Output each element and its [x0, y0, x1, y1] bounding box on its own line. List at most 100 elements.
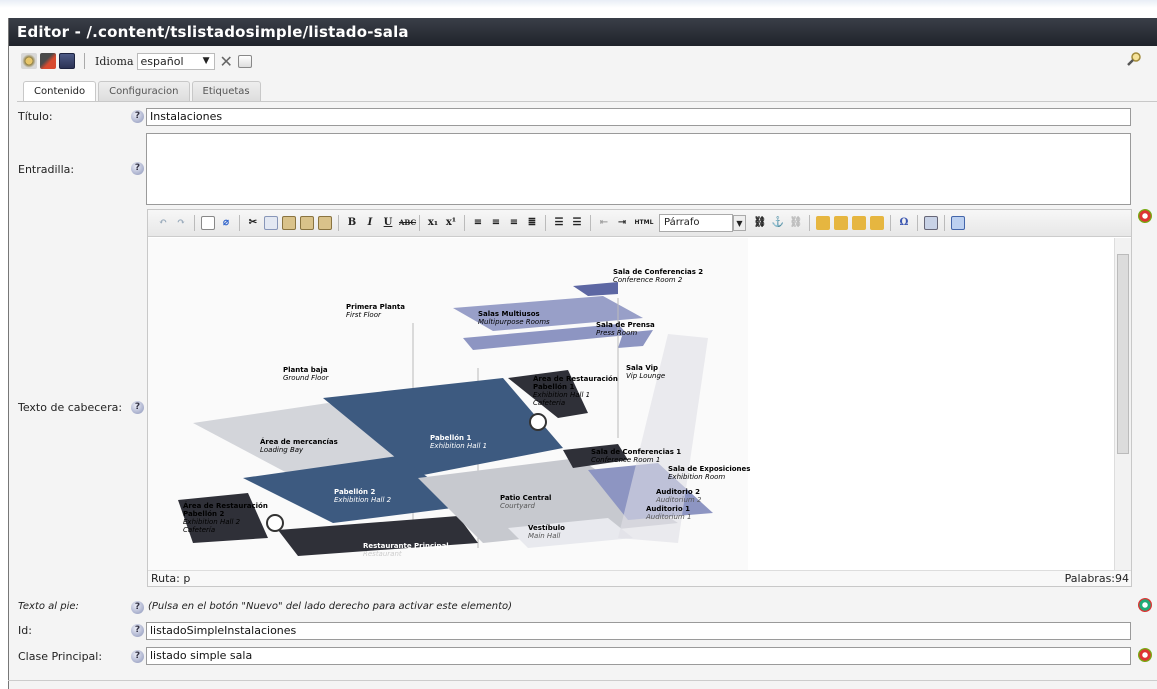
word-count: Palabras:94	[1064, 572, 1129, 585]
clase-field[interactable]: listado simple sala	[146, 647, 1131, 665]
image-gallery-icon[interactable]	[816, 216, 830, 230]
map-label: Área de Restauración	[533, 374, 618, 383]
editor-content[interactable]: Primera Planta First Floor Salas Multius…	[148, 238, 1115, 572]
align-right-icon[interactable]: ≡	[507, 216, 521, 230]
map-label: Sala de Prensa	[596, 321, 655, 329]
properties-icon[interactable]	[21, 53, 37, 69]
map-label: First Floor	[346, 311, 382, 319]
map-label: Exhibition Room	[668, 473, 725, 481]
tab-contenido[interactable]: Contenido	[23, 81, 97, 102]
map-label: Área de mercancías	[260, 437, 338, 446]
chevron-down-icon: ▼	[733, 215, 746, 231]
help-icon[interactable]: ?	[131, 601, 144, 614]
paste-icon[interactable]	[282, 216, 296, 230]
editor-scrollbar[interactable]	[1114, 238, 1131, 572]
align-center-icon[interactable]: ≡	[489, 216, 503, 230]
cabecera-label: Texto de cabecera:	[18, 401, 123, 414]
language-select[interactable]: español ▼	[136, 52, 215, 70]
map-label: Cafeteria	[533, 399, 565, 407]
subscript-icon[interactable]: x₁	[426, 216, 440, 230]
special-char-icon[interactable]: Ω	[897, 216, 911, 230]
editor-statusbar: Ruta: p Palabras:94	[148, 570, 1131, 586]
superscript-icon[interactable]: x¹	[444, 216, 458, 230]
copy-icon[interactable]	[264, 216, 278, 230]
cut-icon[interactable]: ✂	[246, 216, 260, 230]
add-element-button[interactable]	[1138, 209, 1152, 223]
map-label: Ground Floor	[283, 374, 330, 382]
help-icon[interactable]: ?	[131, 401, 144, 414]
help-icon[interactable]: ?	[131, 650, 144, 663]
map-label: Auditorio 1	[646, 505, 690, 513]
eraser-icon[interactable]: ⌀	[219, 216, 233, 230]
element-path: Ruta: p	[151, 572, 191, 585]
paste-text-icon[interactable]	[300, 216, 314, 230]
pie-label: Texto al pie:	[18, 601, 79, 612]
new-element-button[interactable]	[1138, 598, 1152, 612]
ordered-list-icon[interactable]: ☰	[552, 216, 566, 230]
indent-icon[interactable]: ⇥	[615, 216, 629, 230]
table-gallery-icon[interactable]	[870, 216, 884, 230]
map-label: Pabellón 2	[334, 488, 375, 496]
map-label: Auditorium 1	[645, 513, 691, 521]
titulo-field[interactable]: Instalaciones	[146, 108, 1131, 126]
map-label: Pabellón 1	[533, 383, 574, 391]
entradilla-field[interactable]	[146, 133, 1131, 205]
copy-locale-icon[interactable]	[237, 54, 252, 68]
map-label: Sala Vip	[626, 364, 658, 372]
tab-etiquetas[interactable]: Etiquetas	[191, 81, 261, 101]
anchor-icon[interactable]: ⚓	[771, 216, 785, 230]
help-icon[interactable]: ?	[131, 624, 144, 637]
help-icon[interactable]: ?	[131, 162, 144, 175]
map-label: Vestíbulo	[528, 524, 565, 532]
pie-note: (Pulsa en el botón "Nuevo" del lado dere…	[148, 601, 513, 612]
unordered-list-icon[interactable]: ☰	[570, 216, 584, 230]
save-icon[interactable]	[59, 53, 75, 69]
map-label: Sala de Conferencias 2	[613, 268, 703, 276]
map-label: Vip Lounge	[626, 372, 665, 380]
download-gallery-icon[interactable]	[834, 216, 848, 230]
fullscreen-icon[interactable]	[951, 216, 965, 230]
main-toolbar: Idioma español ▼ ✕	[9, 49, 1157, 73]
italic-icon[interactable]: I	[363, 216, 377, 230]
paste-word-icon[interactable]	[318, 216, 332, 230]
map-label: Exhibition Hall 1	[533, 391, 590, 399]
clase-label: Clase Principal:	[18, 650, 103, 663]
id-label: Id:	[18, 624, 32, 637]
outdent-icon[interactable]: ⇤	[597, 216, 611, 230]
align-justify-icon[interactable]: ≣	[525, 216, 539, 230]
tab-configuracion[interactable]: Configuracion	[98, 81, 190, 101]
select-all-icon[interactable]	[201, 216, 215, 230]
help-icon[interactable]: ?	[131, 110, 144, 123]
add-element-button[interactable]	[1138, 648, 1152, 662]
redo-icon[interactable]: ↷	[174, 216, 188, 230]
strikethrough-icon[interactable]: ABC	[399, 216, 416, 230]
undo-icon[interactable]: ↶	[156, 216, 170, 230]
link-icon[interactable]: ⛓	[753, 216, 767, 230]
map-label: Loading Bay	[260, 446, 304, 454]
background-window-strip	[0, 0, 1157, 18]
close-icon[interactable]: ✕	[220, 52, 233, 71]
link-gallery-icon[interactable]	[852, 216, 866, 230]
print-icon[interactable]	[924, 216, 938, 230]
map-label: Pabellón 2	[183, 510, 224, 518]
bold-icon[interactable]: B	[345, 216, 359, 230]
align-left-icon[interactable]: ≡	[471, 216, 485, 230]
publish-icon[interactable]	[40, 53, 56, 69]
chevron-down-icon: ▼	[202, 55, 210, 66]
map-label: Cafetería	[183, 526, 215, 534]
window-title: Editor - /.content/tslistadosimple/lista…	[9, 18, 1157, 46]
bottom-divider	[8, 680, 1157, 681]
format-select[interactable]: Párrafo ▼	[659, 214, 746, 232]
unlink-icon[interactable]: ⛓	[789, 216, 803, 230]
id-field[interactable]: listadoSimpleInstalaciones	[146, 622, 1131, 640]
map-label: Auditorio 2	[656, 488, 700, 496]
map-label: Exhibition Hall 2	[183, 518, 241, 526]
underline-icon[interactable]: U	[381, 216, 395, 230]
html-source-icon[interactable]: HTML	[633, 216, 655, 230]
map-label: Restaurant	[363, 550, 402, 558]
entradilla-label: Entradilla:	[18, 163, 75, 176]
map-label: Patio Central	[500, 494, 551, 502]
search-icon[interactable]	[1126, 51, 1142, 67]
map-label: Multipurpose Rooms	[478, 318, 550, 326]
map-label: Sala de Conferencias 1	[591, 448, 681, 456]
